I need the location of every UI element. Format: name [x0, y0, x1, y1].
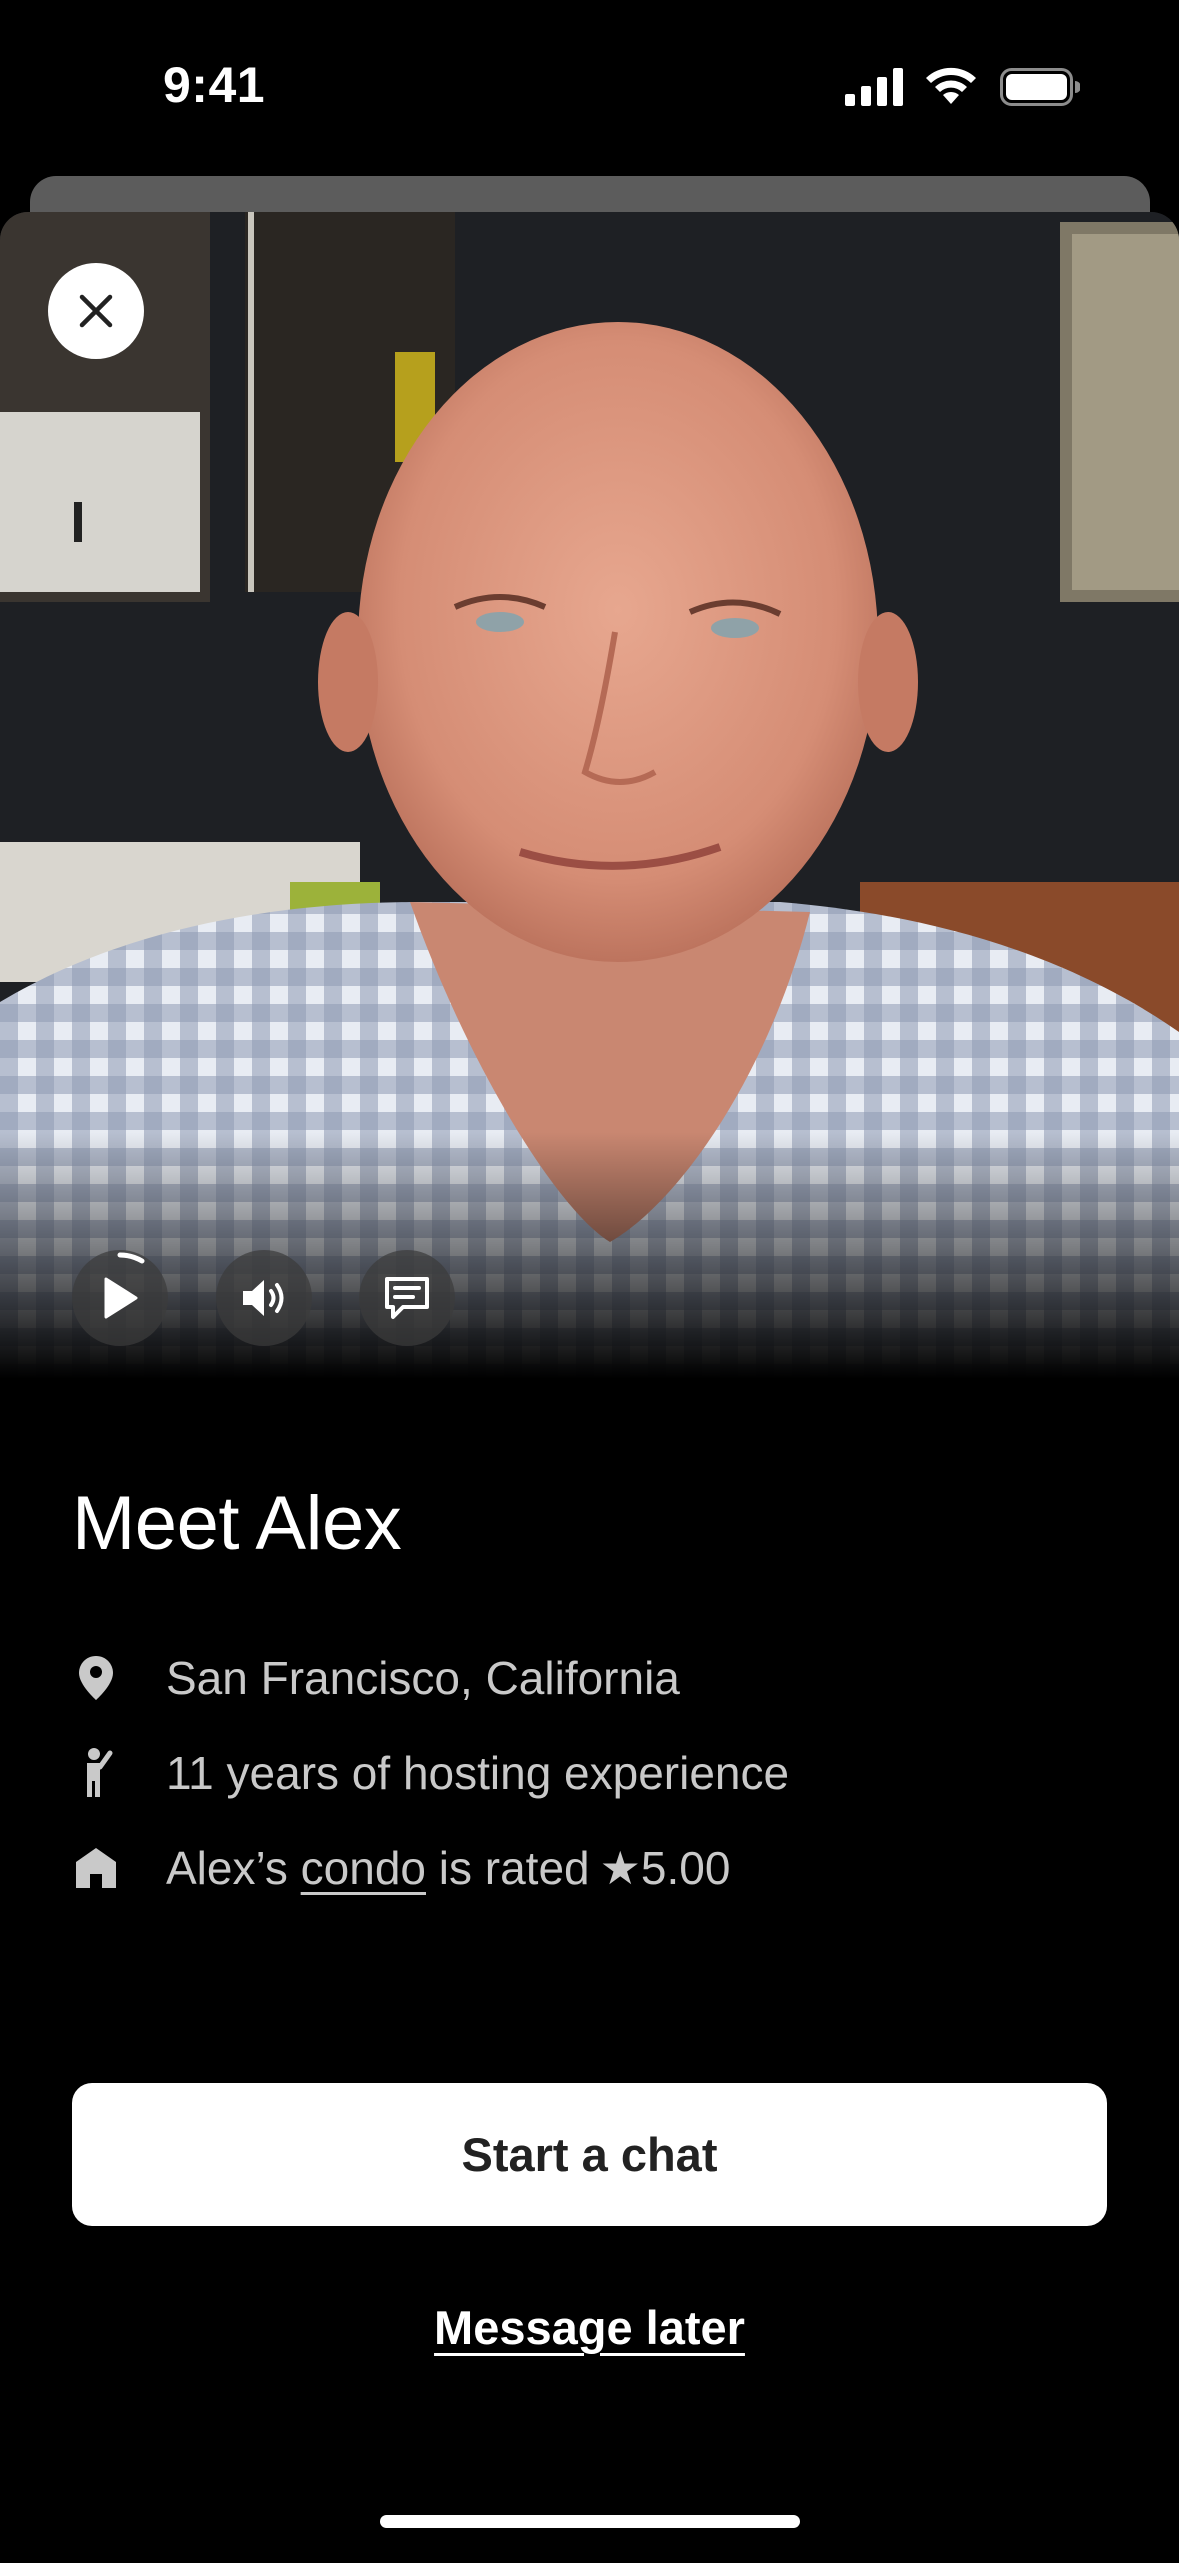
speaker-icon [243, 1280, 284, 1316]
battery-icon [1000, 68, 1080, 106]
rating-middle: is rated [438, 1842, 590, 1894]
cellular-signal-icon [845, 68, 903, 106]
mute-toggle-button[interactable] [216, 1250, 312, 1346]
captions-button[interactable] [359, 1250, 455, 1346]
start-chat-button[interactable]: Start a chat [72, 2083, 1107, 2226]
message-later-row: Message later [0, 2300, 1179, 2355]
playback-progress-ring [117, 1252, 145, 1264]
location-pin-icon [72, 1650, 120, 1706]
rating-value: ★5.00 [599, 1842, 731, 1894]
experience-row: 11 years of hosting experience [72, 1745, 789, 1801]
rating-prefix: Alex’s [166, 1842, 288, 1894]
message-later-link[interactable]: Message later [434, 2301, 745, 2354]
captions-icon [385, 1277, 429, 1319]
host-video[interactable] [0, 212, 1179, 1392]
location-row: San Francisco, California [72, 1650, 680, 1706]
video-fade-overlay [0, 1132, 1179, 1392]
experience-text: 11 years of hosting experience [166, 1747, 790, 1799]
home-icon [72, 1840, 120, 1896]
host-title: Meet Alex [72, 1481, 402, 1566]
play-button[interactable] [72, 1250, 168, 1346]
status-bar: 9:41 [0, 0, 1179, 170]
status-time: 9:41 [163, 57, 266, 113]
location-text: San Francisco, California [166, 1652, 680, 1704]
close-icon [79, 294, 113, 328]
close-button[interactable] [48, 263, 144, 359]
home-indicator[interactable] [380, 2515, 800, 2528]
condo-link[interactable]: condo [301, 1841, 426, 1895]
rating-row: Alex’s condo is rated ★5.00 [72, 1840, 730, 1896]
wifi-icon [926, 67, 976, 104]
person-waving-icon [72, 1745, 120, 1801]
